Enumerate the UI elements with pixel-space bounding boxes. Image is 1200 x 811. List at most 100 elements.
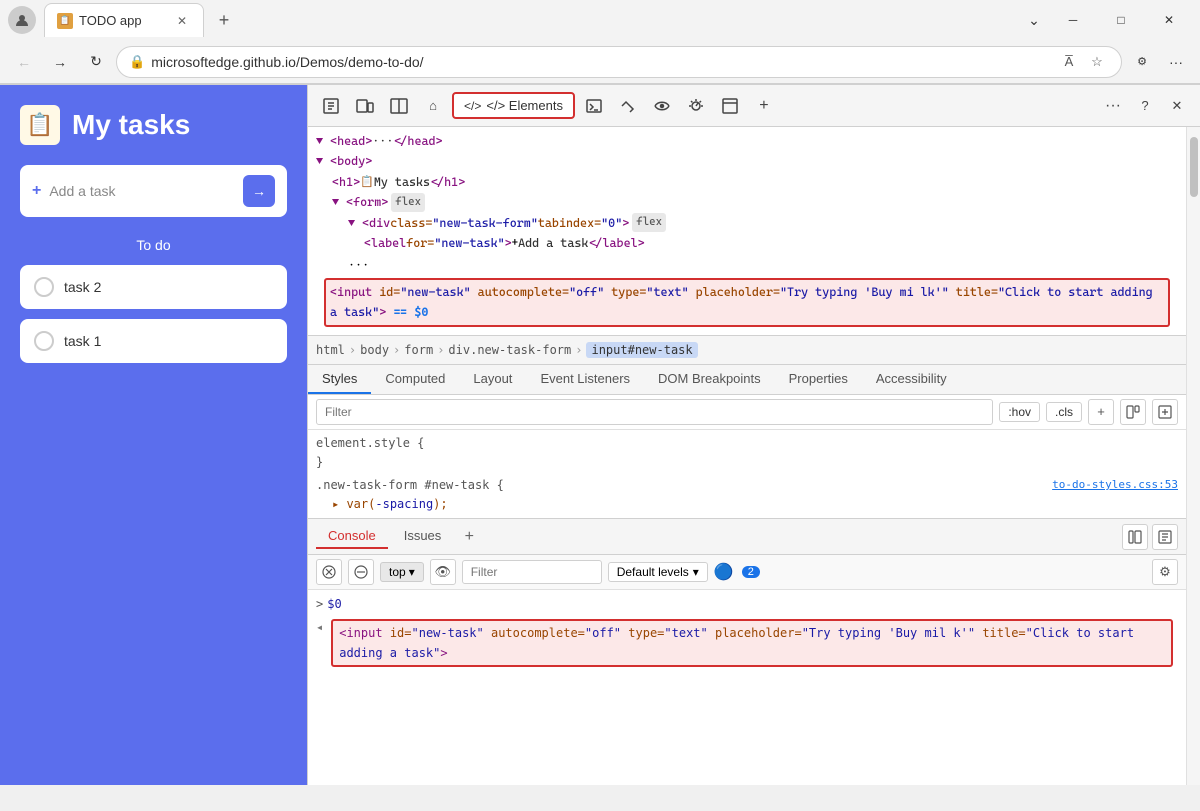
console-filter-input[interactable] xyxy=(462,560,602,584)
console-gear-button[interactable]: ⚙ xyxy=(1152,559,1178,585)
breadcrumb-input[interactable]: input#new-task xyxy=(586,342,697,358)
computed-sidebar-button[interactable] xyxy=(1120,399,1146,425)
tab-layout[interactable]: Layout xyxy=(459,365,526,394)
console-tabs: Console Issues + xyxy=(308,519,1186,555)
default-levels-button[interactable]: Default levels ▾ xyxy=(608,562,708,582)
tab-accessibility[interactable]: Accessibility xyxy=(862,365,961,394)
active-tab[interactable]: 📋 TODO app ✕ xyxy=(44,3,204,37)
network-icon-button[interactable] xyxy=(647,91,677,121)
context-label: top xyxy=(389,565,406,579)
tab-computed[interactable]: Computed xyxy=(371,365,459,394)
console-icon-button[interactable] xyxy=(579,91,609,121)
url-text: microsoftedge.github.io/Demos/demo-to-do… xyxy=(151,54,1051,70)
tree-line-label: <label for="new-task">+ Add a task</labe… xyxy=(316,233,1178,253)
devtools-scrollbar[interactable] xyxy=(1186,127,1200,785)
tab-event-listeners[interactable]: Event Listeners xyxy=(526,365,644,394)
inspect-element-button[interactable] xyxy=(316,91,346,121)
scrollbar-thumb[interactable] xyxy=(1190,137,1198,197)
console-tab[interactable]: Console xyxy=(316,524,388,549)
console-eye-button[interactable]: 👁 xyxy=(430,559,456,585)
close-window-button[interactable]: ✕ xyxy=(1146,4,1192,36)
console-result-value: <input id="new-task" autocomplete="off" … xyxy=(331,619,1173,668)
element-style-rule: element.style { xyxy=(316,434,1178,453)
nav-right-icons: ⚙ ··· xyxy=(1126,46,1192,78)
devtools-right-controls: ··· ? ✕ xyxy=(1098,91,1192,121)
console-result-arrow: ◂ xyxy=(316,617,323,637)
add-console-tab-button[interactable]: + xyxy=(457,525,481,549)
levels-label: Default levels xyxy=(617,565,689,579)
profile-icon[interactable] xyxy=(8,6,36,34)
browser-more-button[interactable]: ··· xyxy=(1160,46,1192,78)
hov-button[interactable]: :hov xyxy=(999,402,1040,422)
tree-line-input-container: ··· <input id="new-task" autocomplete="o… xyxy=(316,255,1178,328)
console-settings-right: ⚙ xyxy=(1152,559,1178,585)
read-aloud-icon[interactable]: A̅ xyxy=(1057,50,1081,74)
add-task-bar[interactable]: + Add a task → xyxy=(20,165,287,217)
breadcrumb-html[interactable]: html xyxy=(316,343,345,357)
devtools-toolbar: ⌂ </> </> Elements + ··· ? xyxy=(308,85,1200,127)
favorites-icon[interactable]: ☆ xyxy=(1085,50,1109,74)
task-item-1[interactable]: task 1 xyxy=(20,319,287,363)
todo-title: My tasks xyxy=(72,109,190,141)
console-result-line: ◂ <input id="new-task" autocomplete="off… xyxy=(316,617,1178,668)
elements-tab-button[interactable]: </> </> Elements xyxy=(452,92,575,119)
add-style-button[interactable]: + xyxy=(1088,399,1114,425)
breadcrumb-body[interactable]: body xyxy=(360,343,389,357)
tree-line-body: ▼ <body> xyxy=(316,151,1178,171)
devtools-help-button[interactable]: ? xyxy=(1130,91,1160,121)
device-emulation-button[interactable] xyxy=(350,91,380,121)
add-task-text: Add a task xyxy=(49,183,243,199)
performance-icon-button[interactable] xyxy=(681,91,711,121)
cls-button[interactable]: .cls xyxy=(1046,402,1082,422)
more-tabs-button[interactable]: ⌄ xyxy=(1018,4,1050,36)
todo-section-label: To do xyxy=(20,237,287,253)
breadcrumb-form[interactable]: form xyxy=(404,343,433,357)
refresh-button[interactable]: ↻ xyxy=(80,46,112,78)
devtools-close-button[interactable]: ✕ xyxy=(1162,91,1192,121)
console-sidebar-button[interactable] xyxy=(1122,524,1148,550)
back-button[interactable]: ← xyxy=(8,46,40,78)
breadcrumb-div[interactable]: div.new-task-form xyxy=(448,343,571,357)
split-pane-button[interactable] xyxy=(384,91,414,121)
console-right-icons xyxy=(1122,524,1178,550)
tree-line-head: ▼ <head>···</head> xyxy=(316,131,1178,151)
add-panel-button[interactable]: + xyxy=(749,91,779,121)
console-clear-button[interactable] xyxy=(316,559,342,585)
message-badge: 2 xyxy=(742,566,760,578)
styles-filter-input[interactable] xyxy=(316,399,993,425)
tree-line-h1: <h1>📋 My tasks</h1> xyxy=(316,172,1178,192)
sources-icon-button[interactable] xyxy=(613,91,643,121)
html-tree: ▼ <head>···</head> ▼ <body> <h1>📋 My tas… xyxy=(308,127,1186,335)
add-task-arrow-button[interactable]: → xyxy=(243,175,275,207)
css-file-link[interactable]: to-do-styles.css:53 xyxy=(1052,476,1178,494)
new-style-rule-button[interactable] xyxy=(1152,399,1178,425)
new-tab-button[interactable]: + xyxy=(210,6,238,34)
minimize-button[interactable]: ─ xyxy=(1050,4,1096,36)
issues-tab[interactable]: Issues xyxy=(392,524,454,549)
extensions-button[interactable]: ⚙ xyxy=(1126,46,1158,78)
tab-close-button[interactable]: ✕ xyxy=(173,12,191,30)
application-icon-button[interactable] xyxy=(715,91,745,121)
task-item-2[interactable]: task 2 xyxy=(20,265,287,309)
tab-styles[interactable]: Styles xyxy=(308,365,371,394)
address-bar[interactable]: 🔒 microsoftedge.github.io/Demos/demo-to-… xyxy=(116,46,1122,78)
tab-properties[interactable]: Properties xyxy=(775,365,862,394)
console-settings-button[interactable] xyxy=(1152,524,1178,550)
console-panel: Console Issues + xyxy=(308,518,1186,785)
elements-tab-icon: </> xyxy=(464,99,481,113)
highlighted-input-line[interactable]: <input id="new-task" autocomplete="off" … xyxy=(324,278,1170,327)
console-prohibit-button[interactable] xyxy=(348,559,374,585)
window-controls: ─ □ ✕ xyxy=(1050,4,1192,36)
home-button[interactable]: ⌂ xyxy=(418,91,448,121)
lock-icon: 🔒 xyxy=(129,54,145,70)
devtools-more-button[interactable]: ··· xyxy=(1098,91,1128,121)
tab-dom-breakpoints[interactable]: DOM Breakpoints xyxy=(644,365,775,394)
console-prompt-symbol: > xyxy=(316,594,323,614)
context-selector[interactable]: top ▾ xyxy=(380,562,424,582)
task-checkbox-1[interactable] xyxy=(34,331,54,351)
top-section: ▼ <head>···</head> ▼ <body> <h1>📋 My tas… xyxy=(308,127,1186,518)
forward-button[interactable]: → xyxy=(44,46,76,78)
maximize-button[interactable]: □ xyxy=(1098,4,1144,36)
element-style-close: } xyxy=(316,453,1178,472)
task-checkbox-2[interactable] xyxy=(34,277,54,297)
